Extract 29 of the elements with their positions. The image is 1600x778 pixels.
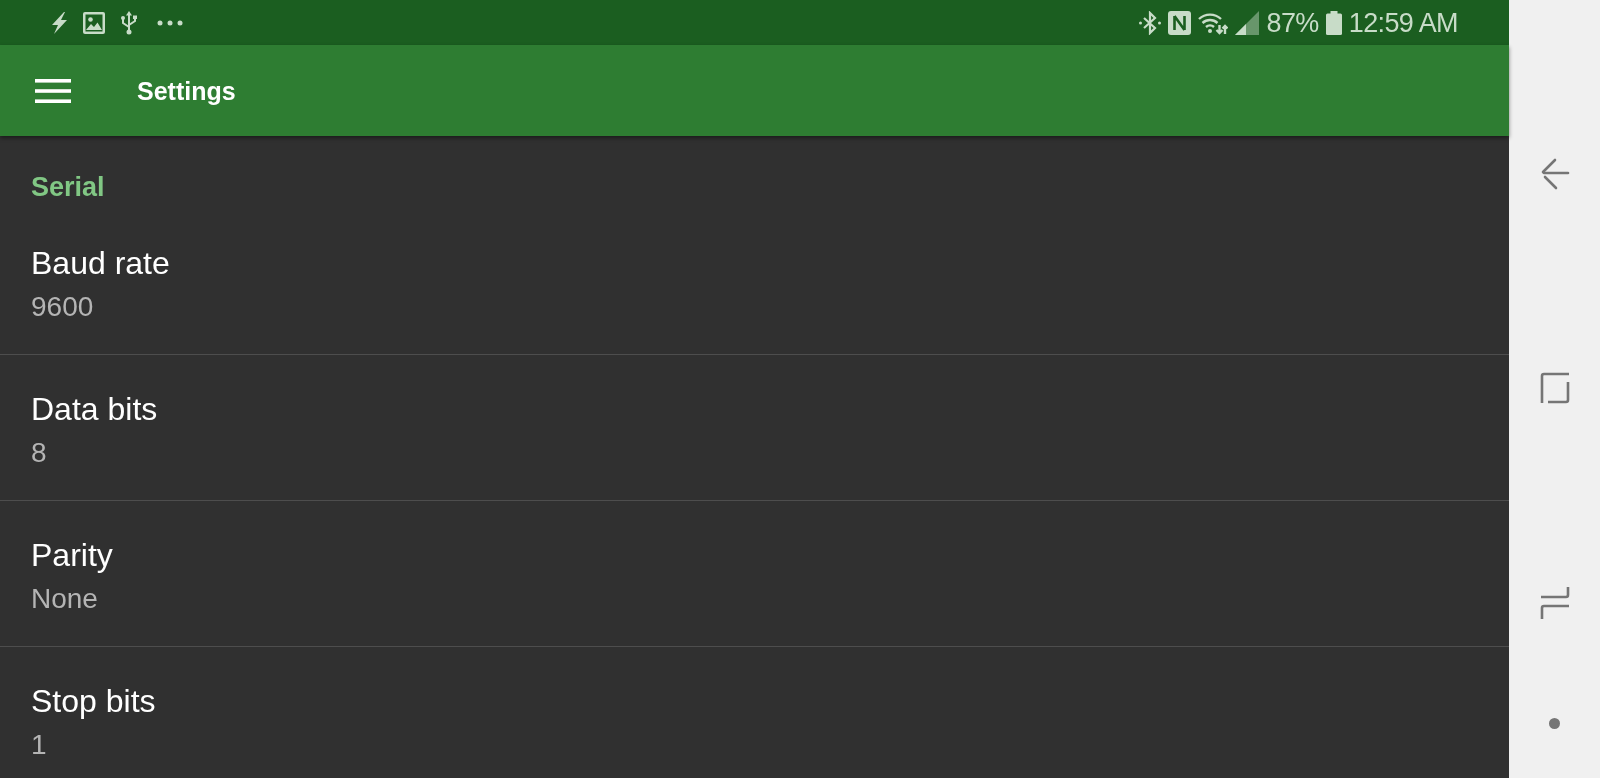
lightning-icon: [51, 11, 68, 34]
image-icon: [83, 11, 105, 34]
stepped-lines-icon[interactable]: [1539, 586, 1570, 620]
bluetooth-icon: [1139, 10, 1162, 35]
battery-icon: [1325, 10, 1342, 35]
dot-icon[interactable]: [1549, 718, 1560, 729]
preference-value: 9600: [31, 290, 95, 324]
clock-time: 12:59 AM: [1348, 7, 1458, 38]
app-bar-title: Settings: [137, 75, 236, 106]
battery-percent: 87%: [1266, 7, 1319, 38]
preference-item[interactable]: Parity None: [0, 501, 1509, 647]
usb-icon: [120, 10, 138, 35]
preference-title: Data bits: [31, 390, 159, 428]
preference-item[interactable]: Baud rate 9600: [0, 209, 1509, 355]
wifi-icon: [1198, 10, 1229, 35]
category-header: Serial: [30, 171, 106, 204]
square-icon[interactable]: [1539, 372, 1570, 404]
signal-icon: [1235, 10, 1260, 35]
preference-item[interactable]: Data bits 8: [0, 355, 1509, 501]
back-icon[interactable]: [1539, 158, 1570, 190]
preference-title: Parity: [31, 536, 114, 574]
preference-title: Baud rate: [31, 244, 171, 282]
preference-value: None: [31, 582, 99, 616]
more-dots-icon: [157, 19, 183, 26]
preference-title: Stop bits: [31, 682, 157, 720]
nfc-icon: [1168, 10, 1192, 35]
preference-value: 1: [31, 728, 48, 762]
preference-value: 8: [31, 436, 48, 470]
menu-icon[interactable]: [35, 78, 71, 103]
